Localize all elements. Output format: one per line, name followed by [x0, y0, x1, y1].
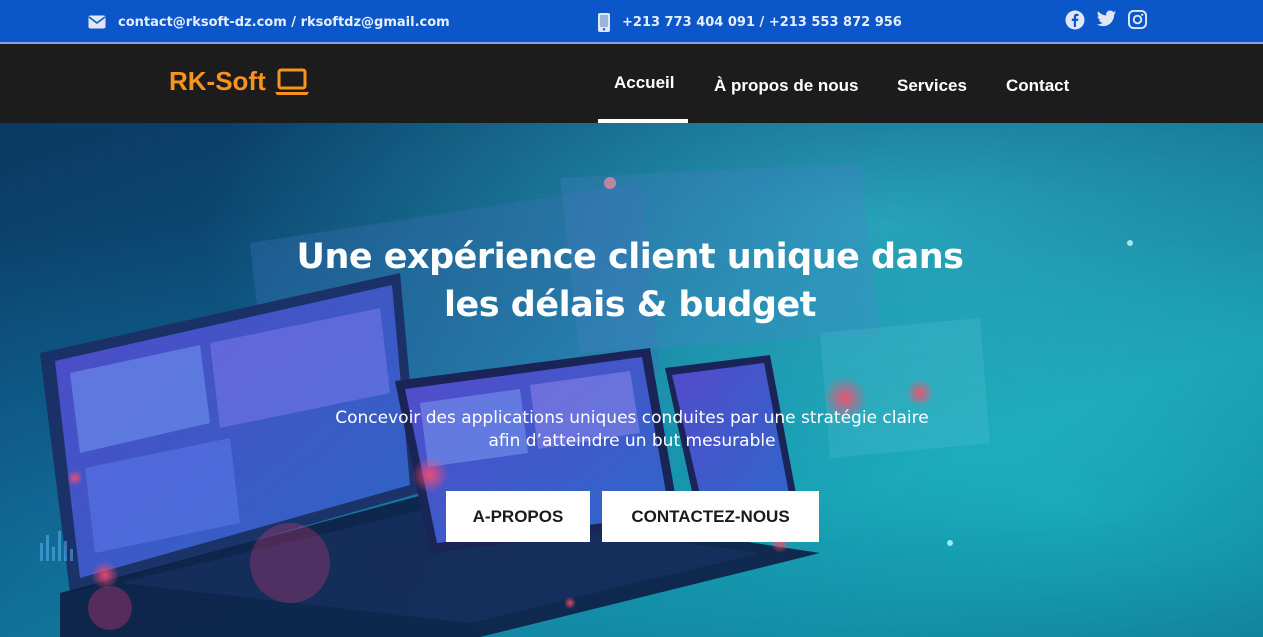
- hero-background-illustration: [40, 163, 1133, 637]
- nav-link-a-propos[interactable]: À propos de nous: [714, 76, 859, 96]
- twitter-icon[interactable]: [1096, 10, 1117, 30]
- email-text[interactable]: contact@rksoft-dz.com / rksoftdz@gmail.c…: [118, 15, 450, 30]
- hero-section: Une expérience client unique dans les dé…: [0, 123, 1263, 637]
- brand-logo[interactable]: RK-Soft: [169, 66, 310, 97]
- hero-title-line-1: Une expérience client unique dans: [296, 237, 964, 277]
- hero-subtitle: Concevoir des applications uniques condu…: [282, 407, 982, 453]
- contactez-nous-button[interactable]: CONTACTEZ-NOUS: [602, 491, 819, 542]
- hero-title: Une expérience client unique dans les dé…: [280, 233, 980, 329]
- nav-link-accueil[interactable]: Accueil: [614, 73, 674, 93]
- social-links: [1065, 10, 1147, 30]
- main-navbar: RK-Soft Accueil À propos de nous Service…: [0, 44, 1263, 123]
- instagram-icon[interactable]: [1128, 10, 1147, 30]
- hero-subtitle-line-1: Concevoir des applications uniques condu…: [335, 408, 929, 428]
- top-contact-bar: contact@rksoft-dz.com / rksoftdz@gmail.c…: [0, 0, 1263, 44]
- mobile-phone-icon: [598, 12, 610, 32]
- email-info: contact@rksoft-dz.com / rksoftdz@gmail.c…: [88, 0, 450, 44]
- nav-link-contact[interactable]: Contact: [1006, 76, 1069, 96]
- nav-link-services[interactable]: Services: [897, 76, 967, 96]
- phone-text[interactable]: +213 773 404 091 / +213 553 872 956: [622, 15, 902, 30]
- hero-title-line-2: les délais & budget: [444, 285, 816, 325]
- envelope-icon: [88, 15, 106, 29]
- brand-name: RK-Soft: [169, 66, 266, 96]
- a-propos-button[interactable]: A-PROPOS: [446, 491, 590, 542]
- facebook-icon[interactable]: [1065, 10, 1085, 30]
- hero-subtitle-line-2: afin d’atteindre un but mesurable: [488, 431, 776, 451]
- phone-info: +213 773 404 091 / +213 553 872 956: [598, 0, 902, 44]
- laptop-icon: [274, 68, 310, 96]
